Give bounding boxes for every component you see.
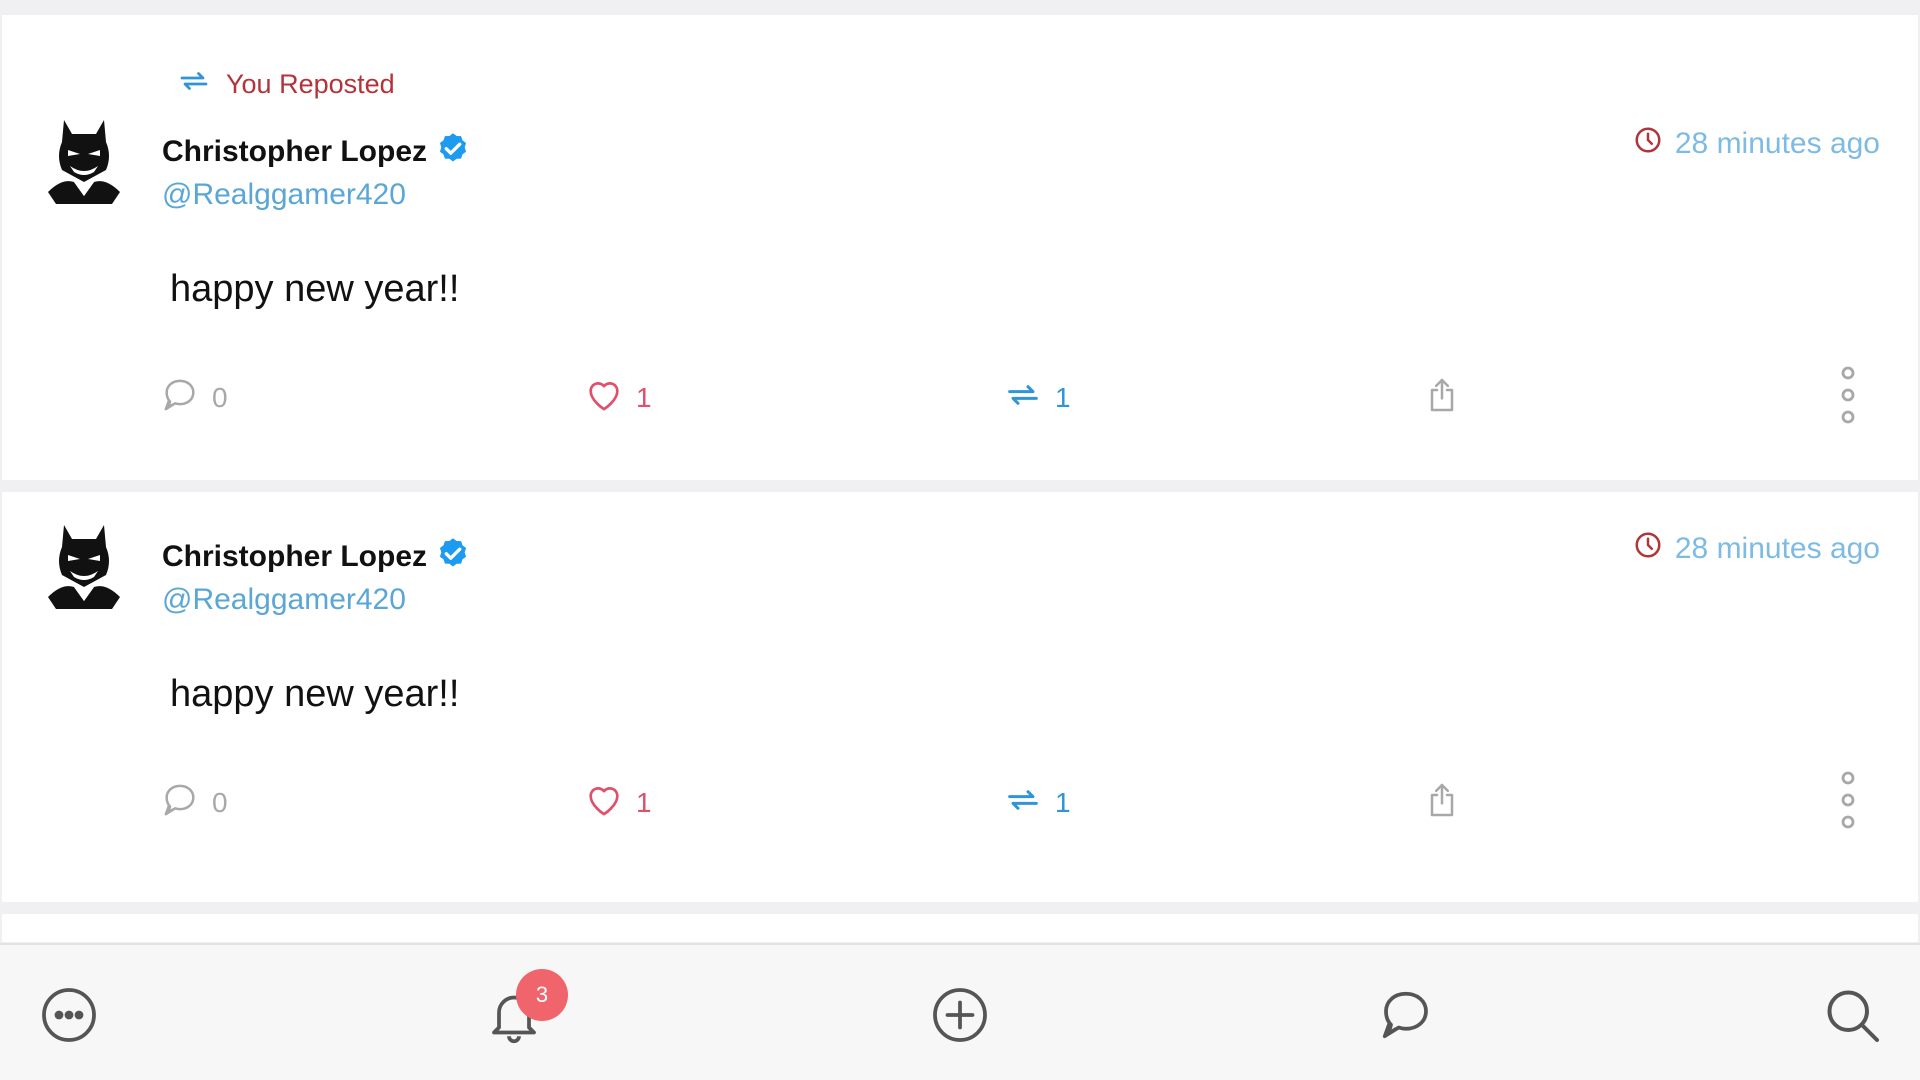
more-options-button[interactable] [1838,771,1858,833]
post-card[interactable]: Christopher Lopez @Realggamer420 28 minu… [2,492,1918,902]
author-handle[interactable]: @Realggamer420 [162,178,406,212]
author-name[interactable]: Christopher Lopez [162,135,427,169]
reply-count: 0 [212,787,228,818]
clock-icon [1633,530,1663,568]
chat-bubble-icon [1376,991,1436,1049]
repost-label: You Reposted [226,69,395,99]
tab-compose[interactable] [930,985,990,1045]
author-row: Christopher Lopez [162,536,471,577]
clock-icon [1633,125,1663,163]
repost-icon [1003,780,1043,827]
more-options-button[interactable] [1838,366,1858,428]
post-card-partial [2,914,1918,942]
repost-button[interactable]: 1 [1003,368,1071,428]
repost-count: 1 [1055,382,1071,413]
verified-badge-icon [435,131,471,172]
heart-icon [584,780,624,827]
reply-icon [160,375,200,422]
share-button[interactable] [1422,773,1462,833]
post-actions: 0 1 1 [2,771,1918,833]
share-button[interactable] [1422,368,1462,428]
plus-circle-icon [930,988,990,1049]
tab-search[interactable] [1822,985,1882,1045]
like-button[interactable]: 1 [584,773,652,833]
verified-badge-icon [435,536,471,577]
reply-button[interactable]: 0 [160,368,228,428]
repost-icon [176,63,212,106]
repost-icon [1003,375,1043,422]
share-icon [1422,375,1462,422]
like-count: 1 [636,787,652,818]
post-actions: 0 1 1 [2,366,1918,428]
bottom-tab-bar [0,943,1920,1080]
like-count: 1 [636,382,652,413]
repost-count: 1 [1055,787,1071,818]
timestamp-text: 28 minutes ago [1674,532,1880,565]
more-horizontal-icon [39,988,99,1049]
author-row: Christopher Lopez [162,131,471,172]
post-text: happy new year!! [170,673,460,715]
timestamp-text: 28 minutes ago [1674,127,1880,160]
post-text: happy new year!! [170,268,460,310]
more-vertical-icon [1838,770,1858,837]
author-name[interactable]: Christopher Lopez [162,540,427,574]
post-timestamp: 28 minutes ago [1633,530,1880,568]
bell-icon [484,995,544,1049]
like-button[interactable]: 1 [584,368,652,428]
more-vertical-icon [1838,365,1858,432]
reply-button[interactable]: 0 [160,773,228,833]
tab-menu[interactable] [39,985,99,1045]
post-timestamp: 28 minutes ago [1633,125,1880,163]
reply-icon [160,780,200,827]
share-icon [1422,780,1462,827]
repost-indicator: You Reposted [176,63,395,106]
heart-icon [584,375,624,422]
avatar[interactable] [42,112,126,208]
repost-button[interactable]: 1 [1003,773,1071,833]
search-icon [1822,990,1882,1049]
author-handle[interactable]: @Realggamer420 [162,583,406,617]
app-root: You Reposted Christopher Lopez @Realggam… [0,0,1920,1080]
post-card[interactable]: You Reposted Christopher Lopez @Realggam… [2,15,1918,480]
avatar[interactable] [42,517,126,613]
reply-count: 0 [212,382,228,413]
notification-badge: 3 [516,969,568,1021]
tab-messages[interactable] [1376,985,1436,1045]
